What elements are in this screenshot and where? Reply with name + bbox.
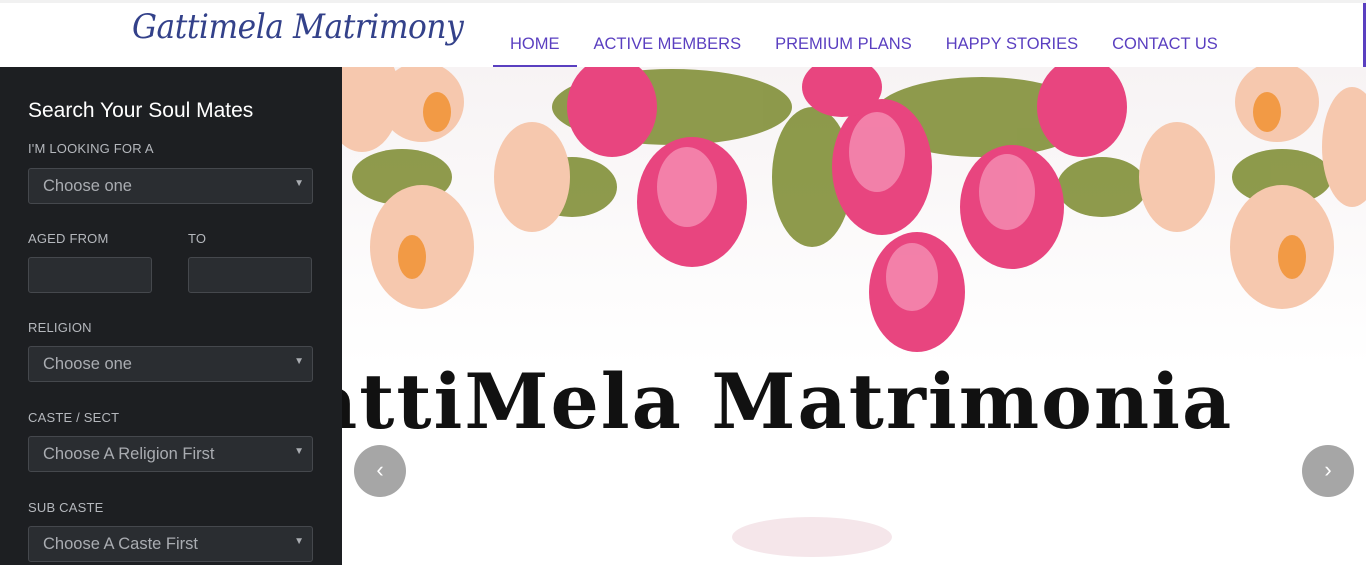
aged-to-input[interactable] (188, 257, 312, 293)
to-label: TO (188, 231, 207, 246)
aged-from-input[interactable] (28, 257, 152, 293)
hero-slider: attiMela Matrimonia ‹ › (342, 67, 1366, 565)
caret-down-icon: ▼ (294, 536, 304, 547)
aged-from-label: AGED FROM (28, 231, 109, 246)
nav-active-members[interactable]: ACTIVE MEMBERS (577, 3, 759, 67)
nav-premium-plans[interactable]: PREMIUM PLANS (758, 3, 929, 67)
religion-select[interactable]: Choose one ▼ (28, 346, 313, 382)
caret-down-icon: ▼ (294, 178, 304, 189)
caste-value: Choose A Religion First (43, 445, 215, 463)
chevron-left-icon: ‹ (376, 457, 384, 482)
looking-for-label: I'M LOOKING FOR A (28, 141, 154, 156)
chevron-right-icon: › (1324, 457, 1332, 482)
looking-for-value: Choose one (43, 177, 132, 195)
nav-happy-stories[interactable]: HAPPY STORIES (929, 3, 1095, 67)
top-header: Gattimela Matrimony HOME ACTIVE MEMBERS … (0, 0, 1366, 103)
search-sidebar: Search Your Soul Mates I'M LOOKING FOR A… (0, 67, 342, 565)
caste-select[interactable]: Choose A Religion First ▼ (28, 436, 313, 472)
tulip-banner-image (342, 67, 1366, 557)
religion-label: RELIGION (28, 320, 92, 335)
looking-for-select[interactable]: Choose one ▼ (28, 168, 313, 204)
main-nav: HOME ACTIVE MEMBERS PREMIUM PLANS HAPPY … (493, 3, 1235, 70)
subcaste-label: SUB CASTE (28, 500, 104, 515)
subcaste-value: Choose A Caste First (43, 535, 198, 553)
sidebar-title: Search Your Soul Mates (28, 99, 254, 122)
slider-prev-button[interactable]: ‹ (354, 445, 406, 497)
religion-value: Choose one (43, 355, 132, 373)
page: Gattimela Matrimony HOME ACTIVE MEMBERS … (0, 0, 1366, 565)
site-logo[interactable]: Gattimela Matrimony (132, 7, 464, 47)
nav-home[interactable]: HOME (493, 3, 577, 67)
slider-next-button[interactable]: › (1302, 445, 1354, 497)
subcaste-select[interactable]: Choose A Caste First ▼ (28, 526, 313, 562)
nav-contact-us[interactable]: CONTACT US (1095, 3, 1235, 67)
caste-label: CASTE / SECT (28, 410, 120, 425)
caret-down-icon: ▼ (294, 446, 304, 457)
caret-down-icon: ▼ (294, 356, 304, 367)
banner-heading: attiMela Matrimonia (342, 357, 1234, 446)
